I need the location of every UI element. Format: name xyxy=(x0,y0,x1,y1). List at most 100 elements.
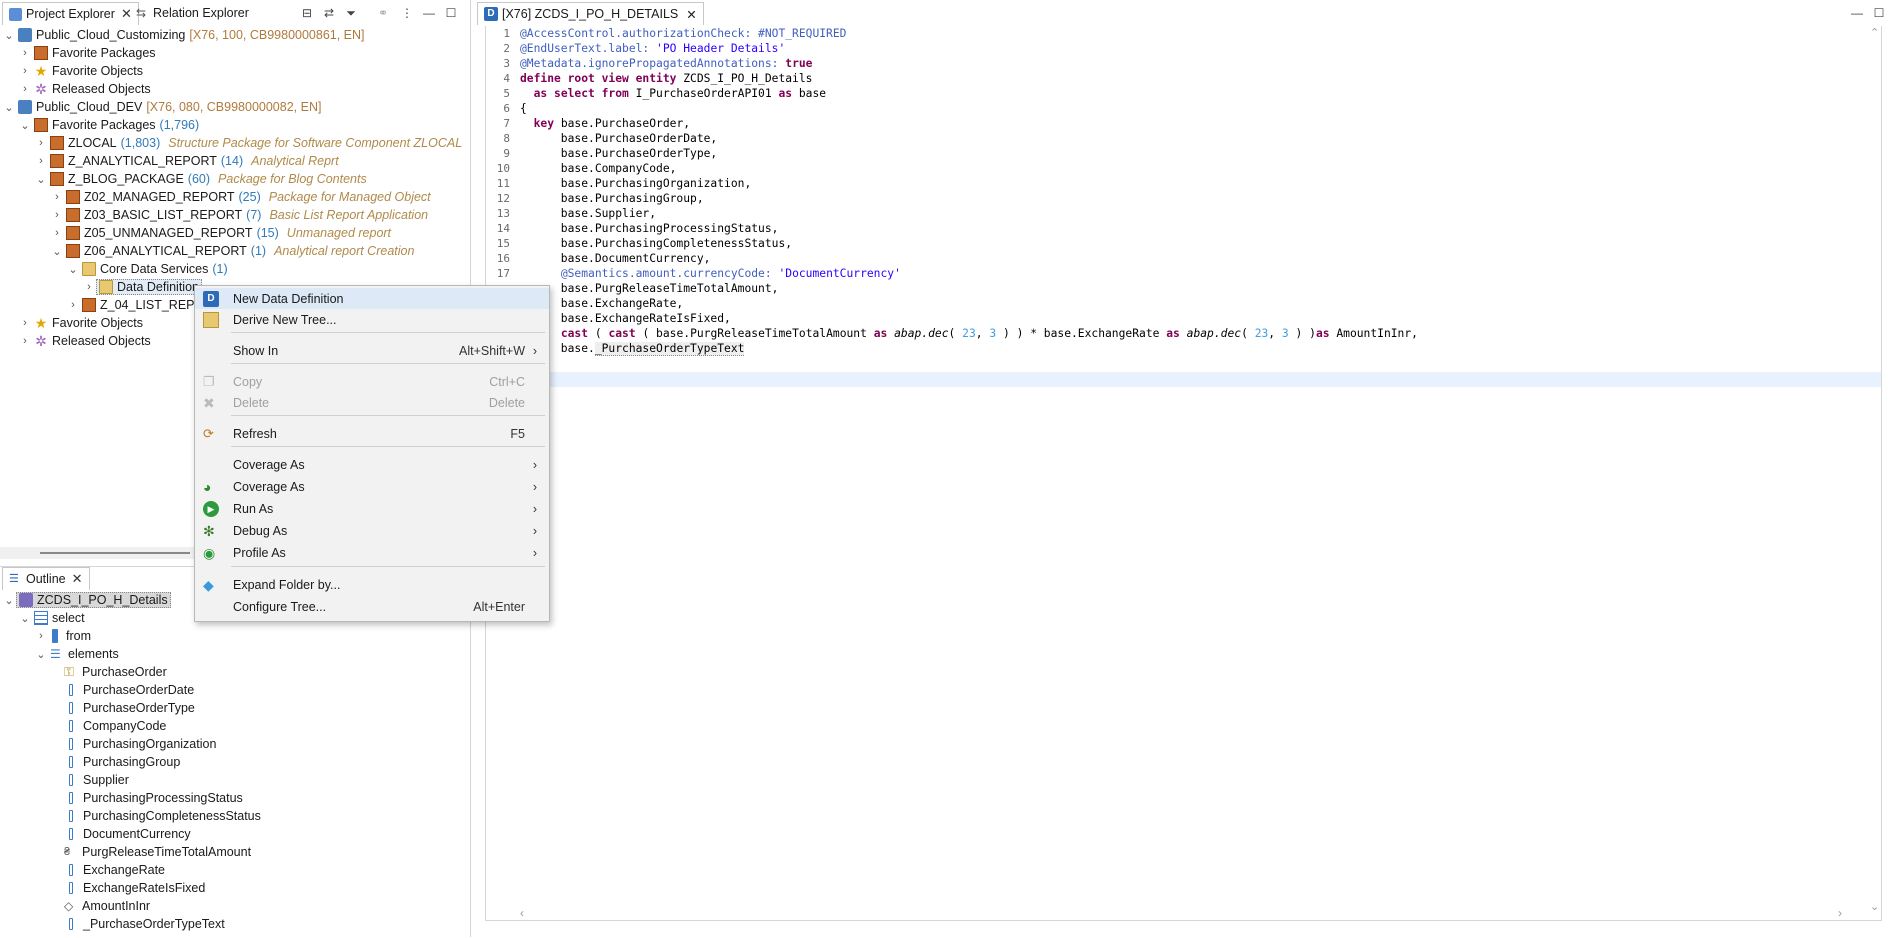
tree-item-core-data-services[interactable]: ⌄ Core Data Services (1) xyxy=(66,260,228,278)
outline-element[interactable]: CompanyCode xyxy=(64,717,166,735)
outline-select[interactable]: ⌄ select xyxy=(18,609,85,627)
maximize-icon[interactable]: ☐ xyxy=(444,6,458,20)
tree-item-package[interactable]: › Z02_MANAGED_REPORT (25) Package for Ma… xyxy=(50,188,431,206)
tab-outline[interactable]: ☰ Outline ✕ xyxy=(2,567,90,590)
tree-item-dev-released-objects[interactable]: › ✲ Released Objects xyxy=(18,332,151,350)
outline-element[interactable]: ExchangeRate xyxy=(64,861,165,879)
chevron-right-icon[interactable]: › xyxy=(18,47,32,59)
menu-item-expand-folder[interactable]: ◆ Expand Folder by... xyxy=(195,574,549,595)
tree-item-package[interactable]: ⌄ Z_BLOG_PACKAGE (60) Package for Blog C… xyxy=(34,170,367,188)
chevron-right-icon[interactable]: › xyxy=(34,630,48,642)
tab-project-explorer[interactable]: Project Explorer ✕ xyxy=(2,2,139,25)
chevron-right-icon[interactable]: › xyxy=(34,155,48,167)
close-icon[interactable]: ✕ xyxy=(686,7,696,22)
tab-relation-explorer[interactable]: ⇆ Relation Explorer xyxy=(130,2,255,24)
menu-item-debug-as[interactable]: ✻ Debug As › xyxy=(195,520,549,541)
tab-outline-label: Outline xyxy=(26,572,66,586)
chevron-right-icon[interactable]: › xyxy=(50,209,64,221)
code-line: @Metadata.ignorePropagatedAnnotations: t… xyxy=(520,57,813,70)
menu-item-derive-new-tree[interactable]: Derive New Tree... xyxy=(195,309,549,330)
chevron-down-icon[interactable]: ⌄ xyxy=(18,612,32,625)
outline-from[interactable]: › from xyxy=(34,627,91,645)
collapse-all-icon[interactable]: ⊟ xyxy=(300,6,314,20)
tree-item-dev-favorite-packages[interactable]: ⌄ Favorite Packages (1,796) xyxy=(18,116,199,134)
outline-element[interactable]: DocumentCurrency xyxy=(64,825,191,843)
chevron-down-icon[interactable]: ⌄ xyxy=(2,29,16,42)
chevron-right-icon[interactable]: › xyxy=(18,317,32,329)
chevron-right-icon[interactable]: › xyxy=(50,227,64,239)
chevron-down-icon[interactable]: ⌄ xyxy=(66,263,80,276)
menu-item-copy[interactable]: ❐ Copy Ctrl+C xyxy=(195,371,549,392)
filter-icon[interactable]: ⏷ xyxy=(344,6,358,20)
chevron-right-icon[interactable]: › xyxy=(82,281,96,293)
tree-item-package[interactable]: › ZLOCAL (1,803) Structure Package for S… xyxy=(34,134,462,152)
field-icon xyxy=(69,702,73,714)
menu-item-show-in[interactable]: Show In Alt+Shift+W › xyxy=(195,340,549,361)
outline-element[interactable]: ExchangeRateIsFixed xyxy=(64,879,205,897)
link-with-editor-icon[interactable]: ⇄ xyxy=(322,6,336,20)
tree-item-package[interactable]: › Z03_BASIC_LIST_REPORT (7) Basic List R… xyxy=(50,206,428,224)
outline-element[interactable]: _PurchaseOrderTypeText xyxy=(64,915,225,933)
scroll-left-icon[interactable]: ‹ xyxy=(520,906,524,920)
chevron-down-icon[interactable]: ⌄ xyxy=(34,648,48,661)
minimize-icon[interactable]: — xyxy=(422,6,436,20)
scroll-right-icon[interactable]: › xyxy=(1838,906,1842,920)
menu-item-new-data-definition[interactable]: D New Data Definition xyxy=(195,288,549,309)
minimize-icon[interactable]: — xyxy=(1850,6,1864,20)
focus-icon[interactable]: ⚭ xyxy=(376,6,390,20)
tree-item-package[interactable]: › Z_ANALYTICAL_REPORT (14) Analytical Re… xyxy=(34,152,339,170)
chevron-down-icon[interactable]: ⌄ xyxy=(18,119,32,132)
chevron-right-icon[interactable]: › xyxy=(18,65,32,77)
coverage-icon: ◕ xyxy=(203,478,212,495)
tree-item-released-objects[interactable]: › ✲ Released Objects xyxy=(18,80,151,98)
maximize-icon[interactable]: ☐ xyxy=(1872,6,1886,20)
outline-element[interactable]: PurchaseOrderType xyxy=(64,699,195,717)
chevron-down-icon[interactable]: ⌄ xyxy=(2,594,16,607)
scrollbar-thumb[interactable] xyxy=(40,552,190,554)
outline-element[interactable]: PurchasingProcessingStatus xyxy=(64,789,243,807)
tree-item-favorite-packages[interactable]: › Favorite Packages xyxy=(18,44,156,62)
menu-item-configure-tree[interactable]: Configure Tree... Alt+Enter xyxy=(195,596,549,617)
view-menu-icon[interactable]: ⋮ xyxy=(400,6,414,20)
editor-horizontal-scrollbar[interactable]: ‹ › xyxy=(516,906,1846,920)
menu-item-delete[interactable]: ✖ Delete Delete xyxy=(195,392,549,413)
chevron-down-icon[interactable]: ⌄ xyxy=(50,245,64,258)
chevron-right-icon[interactable]: › xyxy=(66,299,80,311)
chevron-down-icon[interactable]: ⌄ xyxy=(2,101,16,114)
tree-item-package[interactable]: › Z05_UNMANAGED_REPORT (15) Unmanaged re… xyxy=(50,224,391,242)
outline-element[interactable]: PurchasingCompletenessStatus xyxy=(64,807,261,825)
chevron-right-icon[interactable]: › xyxy=(18,83,32,95)
tree-item-dev-favorite-objects[interactable]: › ★ Favorite Objects xyxy=(18,314,143,332)
outline-element[interactable]: ₴ PurgReleaseTimeTotalAmount xyxy=(64,843,251,861)
outline-element[interactable]: PurchaseOrderDate xyxy=(64,681,194,699)
menu-item-coverage-as-2[interactable]: ◕ Coverage As › xyxy=(195,476,549,497)
selected-tree-item[interactable]: Data Definition xyxy=(96,279,202,295)
scroll-up-icon[interactable]: ⌃ xyxy=(1870,26,1879,39)
menu-item-refresh[interactable]: ⟳ Refresh F5 xyxy=(195,423,549,444)
outline-element[interactable]: ◇ AmountInInr xyxy=(64,897,150,915)
outline-element[interactable]: ⚿ PurchaseOrder xyxy=(64,663,167,681)
scroll-down-icon[interactable]: ⌄ xyxy=(1870,900,1879,913)
tree-item-dev-project[interactable]: ⌄ Public_Cloud_DEV [X76, 080, CB99800000… xyxy=(2,98,321,116)
chevron-right-icon[interactable]: › xyxy=(34,137,48,149)
outline-root-selected[interactable]: ZCDS_I_PO_H_Details xyxy=(16,592,171,608)
close-icon[interactable]: ✕ xyxy=(72,571,83,587)
outline-element[interactable]: PurchasingGroup xyxy=(64,753,180,771)
outline-element[interactable]: Supplier xyxy=(64,771,129,789)
tree-item-package[interactable]: ⌄ Z06_ANALYTICAL_REPORT (1) Analytical r… xyxy=(50,242,414,260)
outline-root[interactable]: ⌄ ZCDS_I_PO_H_Details xyxy=(2,591,171,609)
outline-element[interactable]: PurchasingOrganization xyxy=(64,735,216,753)
code-editor[interactable]: 1 2 3 4 5 6 7 8 9 10 11 12 13 14 15 16 1… xyxy=(485,26,1882,921)
outline-elements[interactable]: ⌄ ☰ elements xyxy=(34,645,118,663)
tree-item-data-definition[interactable]: › Data Definition xyxy=(82,278,202,296)
field-icon xyxy=(69,828,73,840)
menu-item-profile-as[interactable]: ◉ Profile As › xyxy=(195,542,549,563)
tree-item-favorite-objects[interactable]: › ★ Favorite Objects xyxy=(18,62,143,80)
chevron-down-icon[interactable]: ⌄ xyxy=(34,173,48,186)
chevron-right-icon[interactable]: › xyxy=(50,191,64,203)
tree-item-customizing-project[interactable]: ⌄ Public_Cloud_Customizing [X76, 100, CB… xyxy=(2,26,365,44)
tab-editor-cds[interactable]: D [X76] ZCDS_I_PO_H_DETAILS ✕ xyxy=(477,2,704,25)
menu-item-coverage-as[interactable]: Coverage As › xyxy=(195,454,549,475)
chevron-right-icon[interactable]: › xyxy=(18,335,32,347)
menu-item-run-as[interactable]: ▶ Run As › xyxy=(195,498,549,519)
